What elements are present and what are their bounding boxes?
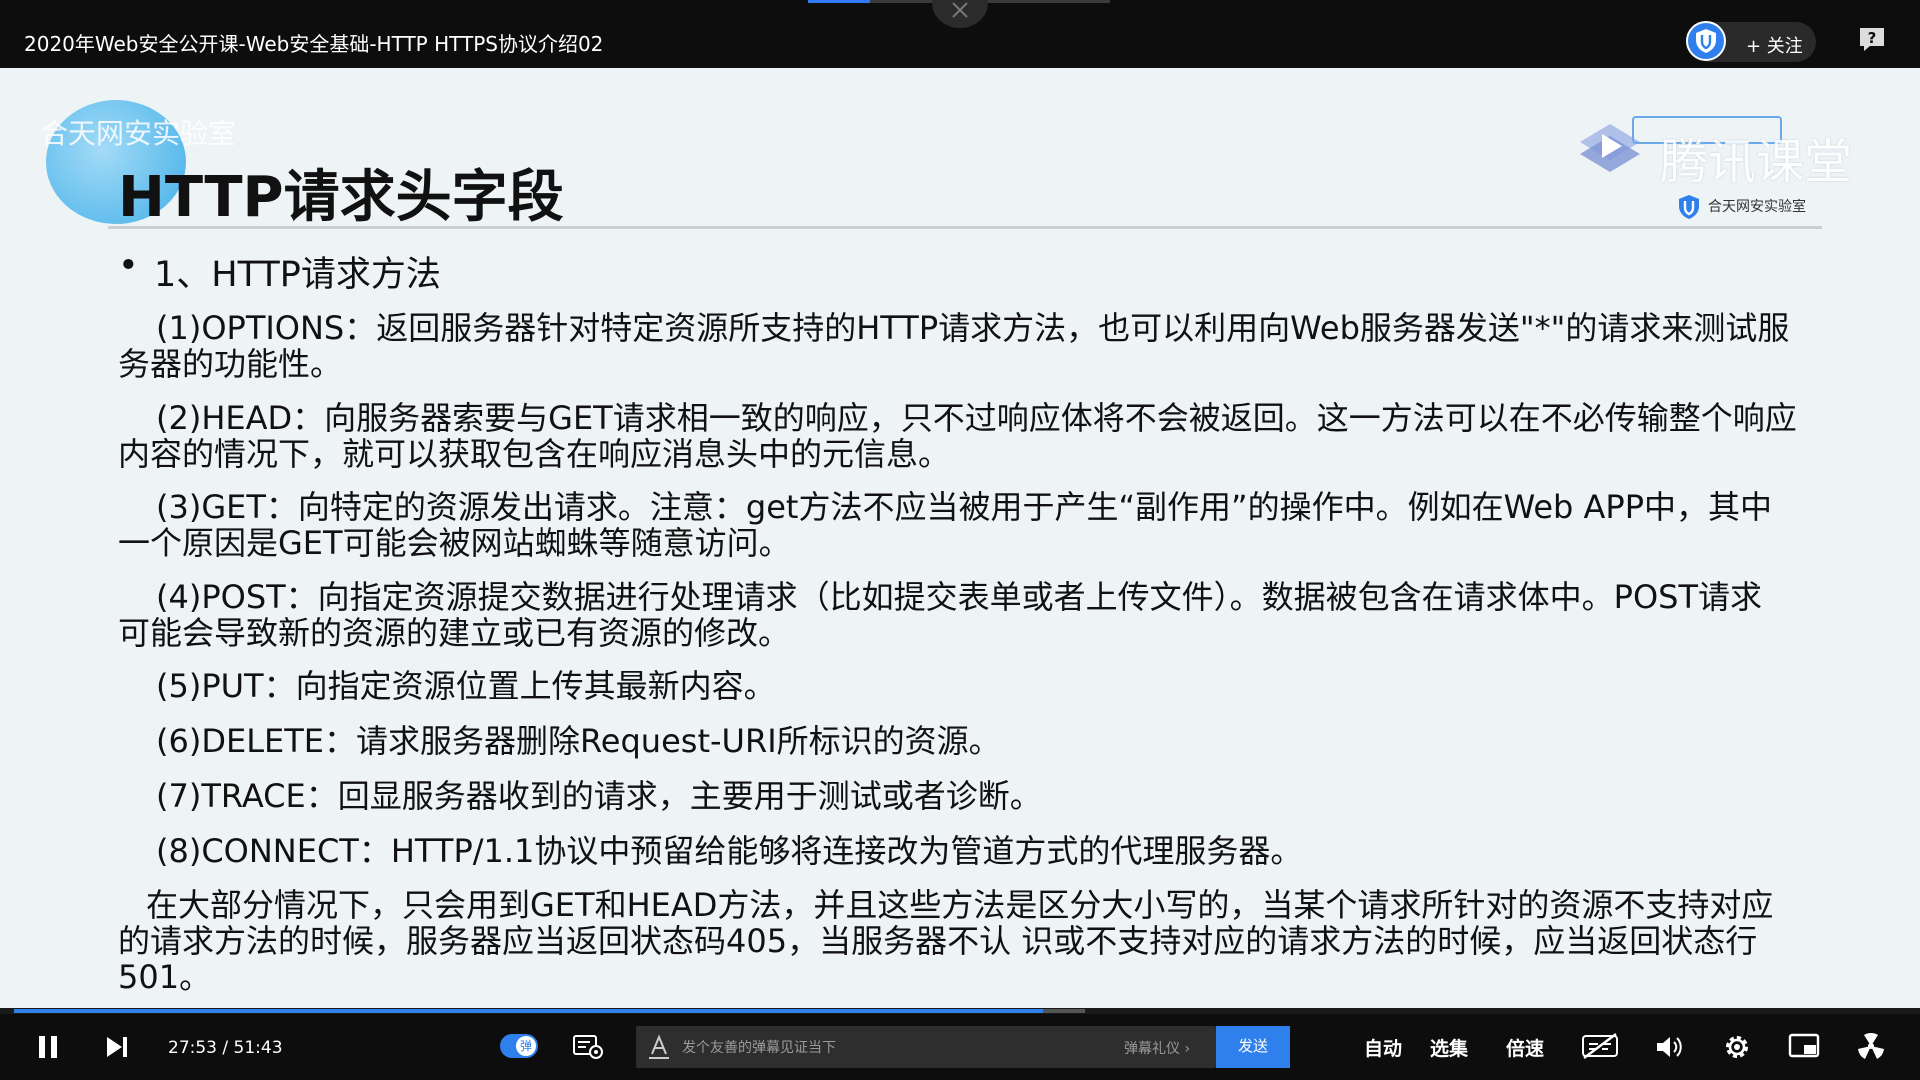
danmu-settings-button[interactable] <box>572 1032 604 1064</box>
org-shield-icon <box>1679 195 1699 219</box>
danmu-toggle[interactable]: 弹 <box>500 1034 538 1058</box>
progress-played <box>14 1009 1044 1013</box>
danmu-etiquette-link[interactable]: 弹幕礼仪 › <box>1124 1038 1190 1058</box>
slide-line: 在大部分情况下，只会用到GET和HEAD方法，并且这些方法是区分大小写的，当某个… <box>146 886 1774 924</box>
settings-button[interactable] <box>1722 1032 1752 1066</box>
slide-line: (2)HEAD：向服务器索要与GET请求相一致的响应，只不过响应体将不会被返回。… <box>156 399 1797 437</box>
video-title: 2020年Web安全公开课-Web安全基础-HTTP HTTPS协议介绍02 <box>24 32 604 56</box>
slide-line: 的请求方法的时候，服务器应当返回状态码405，当服务器不认 识或不支持对应的请求… <box>118 922 1758 960</box>
slide-paragraph: (5)PUT：向指定资源位置上传其最新内容。 <box>118 668 1798 704</box>
slide-logo-text: 合天网安实验室 <box>40 117 237 150</box>
watermark-text: 腾讯课堂 <box>1660 134 1853 190</box>
slide-paragraph: (1)OPTIONS：返回服务器针对特定资源所支持的HTTP请求方法，也可以利用… <box>118 310 1798 382</box>
send-button[interactable]: 发送 <box>1216 1026 1290 1068</box>
close-icon <box>952 2 968 18</box>
follow-label: + 关注 <box>1746 36 1803 57</box>
close-button[interactable] <box>932 0 988 28</box>
slide-paragraph: (7)TRACE：回显服务器收到的请求，主要用于测试或者诊断。 <box>118 778 1798 814</box>
speed-button[interactable]: 倍速 <box>1506 1034 1544 1061</box>
pause-button[interactable] <box>36 1034 60 1064</box>
volume-button[interactable] <box>1654 1033 1684 1065</box>
slide-line: (1)OPTIONS：返回服务器针对特定资源所支持的HTTP请求方法，也可以利用… <box>156 309 1790 347</box>
shield-icon <box>1696 29 1716 53</box>
gear-icon <box>1726 1036 1748 1058</box>
slide-title: HTTP请求头字段 <box>118 165 564 230</box>
org-logo: 合天网安实验室 <box>1678 192 1828 222</box>
slide-paragraph: 在大部分情况下，只会用到GET和HEAD方法，并且这些方法是区分大小写的，当某个… <box>118 887 1798 995</box>
player-controls: 27:53 / 51:43 弹 弹幕礼仪 › 发送 自动 选集 倍速 <box>0 1014 1920 1080</box>
next-button[interactable] <box>104 1034 130 1064</box>
slide-line: (6)DELETE：请求服务器删除Request-URI所标识的资源。 <box>156 722 1001 760</box>
title-bar: 2020年Web安全公开课-Web安全基础-HTTP HTTPS协议介绍02 +… <box>0 0 1920 68</box>
time-separator: / <box>222 1038 229 1058</box>
duration: 51:43 <box>233 1038 283 1058</box>
platform-watermark: 腾讯课堂 <box>1570 102 1870 192</box>
slide-line: (5)PUT：向指定资源位置上传其最新内容。 <box>156 667 776 705</box>
help-icon: ? <box>1860 28 1884 51</box>
help-button[interactable]: ? <box>1858 26 1886 52</box>
fullscreen-icon <box>1858 1032 1884 1059</box>
slide-paragraph: (6)DELETE：请求服务器删除Request-URI所标识的资源。 <box>118 723 1798 759</box>
slide-line: 可能会导致新的资源的建立或已有资源的修改。 <box>118 614 791 652</box>
slide-paragraph: (4)POST：向指定资源提交数据进行处理请求（比如提交表单或者上传文件）。数据… <box>118 579 1798 651</box>
subtitle-off-icon <box>1582 1033 1618 1059</box>
slide-paragraph: (2)HEAD：向服务器索要与GET请求相一致的响应，只不过响应体将不会被返回。… <box>118 400 1798 472</box>
slide-paragraph: (3)GET：向特定的资源发出请求。注意：get方法不应当被用于产生“副作用”的… <box>118 489 1798 561</box>
text-style-icon[interactable] <box>646 1034 672 1060</box>
subtitle-off-button[interactable] <box>1580 1032 1620 1064</box>
danmu-toggle-label: 弹 <box>516 1036 536 1056</box>
picture-in-picture-button[interactable] <box>1788 1032 1820 1064</box>
time-readout: 27:53 / 51:43 <box>168 1038 283 1058</box>
pause-icon <box>39 1036 57 1058</box>
video-frame[interactable]: 合天网安实验室 腾讯课堂 合天网安实验室 HTTP请求头字段 • 1、HTTP请… <box>0 68 1920 1012</box>
episodes-button[interactable]: 选集 <box>1430 1034 1468 1061</box>
org-logo-text: 合天网安实验室 <box>1708 199 1806 215</box>
heading-text: 1、HTTP请求方法 <box>154 255 441 295</box>
slide-line: 501。 <box>118 958 212 996</box>
slide-line: (3)GET：向特定的资源发出请求。注意：get方法不应当被用于产生“副作用”的… <box>156 488 1773 526</box>
slide-divider <box>108 226 1822 229</box>
volume-icon <box>1657 1037 1682 1057</box>
picture-in-picture-icon <box>1788 1033 1820 1058</box>
slide-line: (7)TRACE：回显服务器收到的请求，主要用于测试或者诊断。 <box>156 777 1042 815</box>
danmu-input[interactable] <box>682 1032 1082 1062</box>
slide-line: 内容的情况下，就可以获取包含在响应消息头中的元信息。 <box>118 435 951 473</box>
next-icon <box>107 1037 127 1057</box>
slide-line: (8)CONNECT：HTTP/1.1协议中预留给能够将连接改为管道方式的代理服… <box>156 832 1303 870</box>
heading-bullet: • <box>118 246 139 286</box>
slide-paragraph: (8)CONNECT：HTTP/1.1协议中预留给能够将连接改为管道方式的代理服… <box>118 833 1798 869</box>
current-time: 27:53 <box>168 1038 217 1058</box>
fullscreen-button[interactable] <box>1856 1031 1886 1065</box>
channel-avatar[interactable] <box>1686 21 1726 61</box>
svg-text:?: ? <box>1868 29 1877 47</box>
danmu-settings-icon <box>573 1035 603 1059</box>
auto-quality-button[interactable]: 自动 <box>1364 1034 1402 1061</box>
slide-line: (4)POST：向指定资源提交数据进行处理请求（比如提交表单或者上传文件）。数据… <box>156 578 1763 616</box>
slide-line: 一个原因是GET可能会被网站蜘蛛等随意访问。 <box>118 524 791 562</box>
danmu-input-bar: 弹幕礼仪 › <box>636 1026 1216 1068</box>
slide-line: 务器的功能性。 <box>118 345 343 383</box>
